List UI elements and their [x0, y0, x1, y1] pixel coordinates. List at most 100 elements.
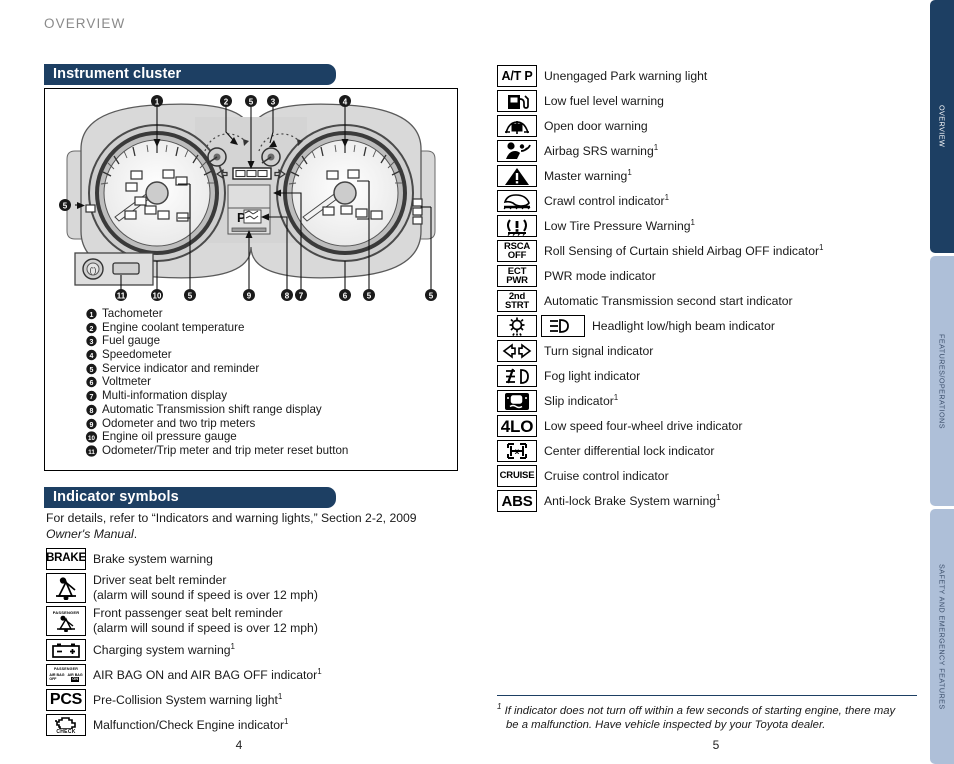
- footnote-line-2: be a malfunction. Have vehicle inspected…: [506, 719, 826, 732]
- indicator-symbol-label-line1: Automatic Transmission second start indi…: [544, 293, 793, 308]
- indicator-symbol-label-line1: PWR mode indicator: [544, 268, 656, 283]
- thumb-tab-safety-emergency-label: SAFETY AND EMERGENCY FEATURES: [937, 563, 947, 710]
- thumb-tab-safety-emergency[interactable]: SAFETY AND EMERGENCY FEATURES: [930, 509, 954, 764]
- center-diff-lock-icon: x: [497, 440, 537, 462]
- svg-text:3: 3: [90, 339, 94, 346]
- check-engine-icon: CHECK: [46, 714, 86, 736]
- indicator-symbol-label-line1: Unengaged Park warning light: [544, 68, 708, 83]
- indicator-symbol-label-line1: Front passenger seat belt reminder: [93, 606, 283, 621]
- indicator-symbol-label: Front passenger seat belt reminder (alarm…: [93, 606, 318, 635]
- indicator-symbol-label: Low speed four-wheel drive indicator: [544, 419, 743, 434]
- thumb-tab-overview[interactable]: OVERVIEW: [930, 0, 954, 253]
- section-thumb-tabs: OVERVIEW FEATURES/OPERATIONS SAFETY AND …: [930, 0, 954, 764]
- indicator-symbol-label-line1: Crawl control indicator: [544, 193, 665, 208]
- ect-pwr-text-icon: ECT PWR: [497, 265, 537, 287]
- legend-bullet-4: 4: [85, 348, 102, 361]
- indicator-symbol-row: Turn signal indicator: [497, 340, 917, 362]
- indicator-symbol-label-line2: (alarm will sound if speed is over 12 mp…: [93, 621, 318, 635]
- thumb-tab-features-operations-label: FEATURES/OPERATIONS: [937, 333, 947, 429]
- indicator-symbol-label: Driver seat belt reminder (alarm will sou…: [93, 573, 318, 602]
- legend-bullet-9: 9: [85, 417, 102, 430]
- svg-text:6: 6: [90, 380, 94, 387]
- left-column: Instrument cluster P (') 1 2 5 3 4 5 11 …: [44, 0, 460, 764]
- svg-text:4: 4: [90, 353, 94, 360]
- indicator-symbol-label: Turn signal indicator: [544, 344, 653, 359]
- legend-bullet-2: 2: [85, 321, 102, 334]
- four-lo-text-icon: 4LO: [497, 415, 537, 437]
- airbag-srs-icon: [497, 140, 537, 162]
- legend-item: 9 Odometer and two trip meters: [85, 417, 455, 431]
- instrument-cluster-illustration: P (') 1 2 5 3 4 5 11 10 5 9 8 7 6 5 5: [45, 89, 457, 307]
- legend-item-label: Fuel gauge: [102, 334, 161, 348]
- svg-text:x: x: [515, 447, 520, 456]
- thumb-tab-features-operations[interactable]: FEATURES/OPERATIONS: [930, 256, 954, 506]
- legend-item-label: Tachometer: [102, 307, 163, 320]
- driver-seatbelt-icon: [46, 573, 86, 603]
- crawl-control-icon: [497, 190, 537, 212]
- indicator-symbol-label: Charging system warning1: [93, 641, 235, 658]
- legend-item: 6 Voltmeter: [85, 375, 455, 389]
- indicator-symbol-row: Open door warning: [497, 115, 917, 137]
- indicator-symbol-label: Center differential lock indicator: [544, 444, 715, 459]
- low-tire-pressure-icon: [497, 215, 537, 237]
- headlight-high-beam-icon: [541, 315, 585, 337]
- passenger-seatbelt-icon: PASSENGER: [46, 606, 86, 636]
- indicator-symbol-label: Anti-lock Brake System warning1: [544, 493, 721, 509]
- footnote-ref: 1: [230, 641, 235, 651]
- legend-item: 10 Engine oil pressure gauge: [85, 430, 455, 444]
- indicator-symbol-row: CHECK Malfunction/Check Engine indicator1: [46, 714, 462, 736]
- indicator-symbol-label: Master warning1: [544, 167, 632, 184]
- indicator-symbol-row: Crawl control indicator1: [497, 190, 917, 212]
- indicator-symbol-label-line1: Anti-lock Brake System warning: [544, 493, 717, 508]
- legend-bullet-3: 3: [85, 334, 102, 347]
- legend-item-label: Odometer and two trip meters: [102, 416, 256, 430]
- battery-charging-icon: [46, 639, 86, 661]
- indicator-symbol-label: Low fuel level warning: [544, 94, 664, 109]
- indicator-symbol-label: PWR mode indicator: [544, 269, 656, 284]
- footnote-ref: 1: [613, 392, 619, 402]
- indicator-symbol-label: Malfunction/Check Engine indicator1: [93, 717, 289, 733]
- indicator-symbol-row: PASSENGER AIR BAG OFF AIR BAG ON AIR BAG ON a…: [46, 664, 462, 686]
- indicator-symbol-label-line1: Open door warning: [544, 118, 648, 133]
- section-header-indicator-symbols: Indicator symbols: [44, 487, 336, 508]
- legend-bullet-8: 8: [85, 403, 102, 416]
- indicator-symbol-row: Headlight low/high beam indicator: [497, 315, 917, 337]
- indicator-symbol-row: PASSENGER Front passenger seat belt remin…: [46, 606, 462, 636]
- legend-bullet-6: 6: [85, 375, 102, 388]
- pcs-text-icon: PCS: [46, 689, 86, 711]
- svg-text:11: 11: [88, 449, 95, 456]
- legend-item: 5 Service indicator and reminder: [85, 362, 455, 376]
- fuel-pump-icon: [497, 90, 537, 112]
- section-header-instrument-cluster: Instrument cluster: [44, 64, 336, 85]
- indicator-symbol-label: Brake system warning: [93, 552, 213, 567]
- fog-light-icon: [497, 365, 537, 387]
- footnote-ref: 1: [627, 167, 632, 177]
- intro-line-2-tail: .: [133, 526, 138, 541]
- indicator-symbol-label-line2: (alarm will sound if speed is over 12 mp…: [93, 588, 318, 602]
- legend-bullet-7: 7: [85, 389, 102, 402]
- svg-text:('): ('): [90, 266, 97, 275]
- legend-item: 2 Engine coolant temperature: [85, 321, 455, 335]
- left-indicator-symbol-table: BRAKE Brake system warning Driver seat bel…: [46, 548, 462, 739]
- airbag-on-off-icon: PASSENGER AIR BAG OFF AIR BAG ON: [46, 664, 86, 686]
- headlight-low-beam-icon: [497, 315, 537, 337]
- second-start-text-icon: 2nd STRT: [497, 290, 537, 312]
- indicator-symbol-label: Unengaged Park warning light: [544, 69, 707, 84]
- intro-line-2-italic: Owner's Manual: [46, 526, 134, 541]
- indicator-symbol-label-line1: Slip indicator: [544, 393, 614, 408]
- indicator-symbol-row: 2nd STRT Automatic Transmission second sta…: [497, 290, 917, 312]
- indicator-symbol-row: Charging system warning1: [46, 639, 462, 661]
- indicator-symbol-row: ABS Anti-lock Brake System warning1: [497, 490, 917, 512]
- indicator-symbol-label-line1: AIR BAG ON and AIR BAG OFF indicator: [93, 667, 318, 682]
- indicator-symbol-label-line1: Roll Sensing of Curtain shield Airbag OF…: [544, 243, 820, 258]
- instrument-cluster-figure: P (') 1 2 5 3 4 5 11 10 5 9 8 7 6 5 5 1 …: [44, 88, 458, 471]
- legend-item: 3 Fuel gauge: [85, 334, 455, 348]
- indicator-symbol-row: Low Tire Pressure Warning1: [497, 215, 917, 237]
- legend-item-label: Service indicator and reminder: [102, 361, 260, 375]
- indicator-symbol-row: A/T P Unengaged Park warning light: [497, 65, 917, 87]
- indicator-symbol-label-line1: Driver seat belt reminder: [93, 573, 227, 588]
- page-number-right: 5: [712, 738, 720, 752]
- indicator-symbol-row: Driver seat belt reminder (alarm will sou…: [46, 573, 462, 603]
- intro-line-1: For details, refer to “Indicators and wa…: [46, 511, 417, 525]
- indicator-symbol-label: Pre-Collision System warning light1: [93, 692, 282, 708]
